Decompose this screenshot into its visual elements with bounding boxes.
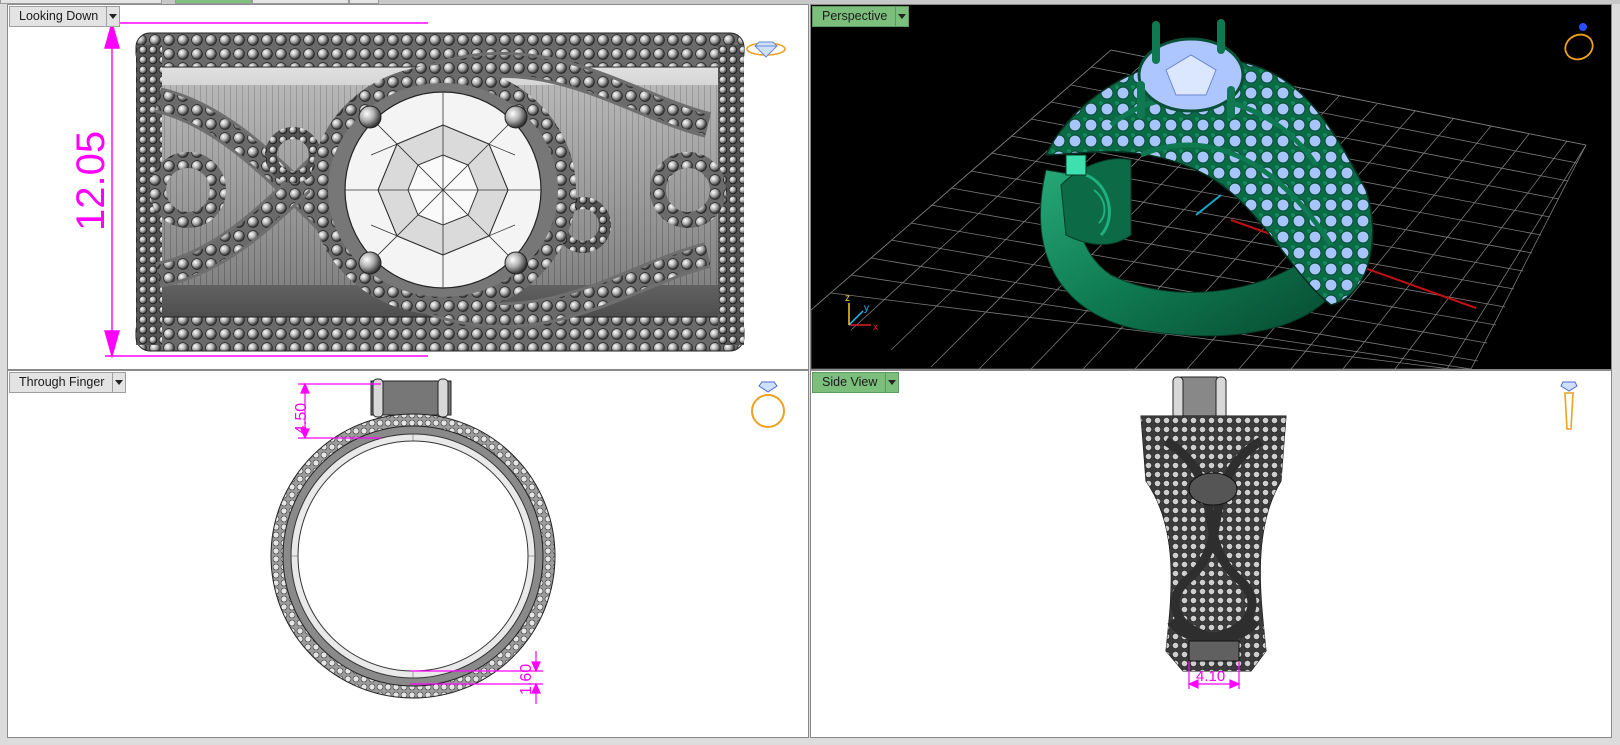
viewport-looking-down[interactable]: Looking Down 12.05 (7, 4, 809, 370)
dimension-label-shank-width: 4.10 (1196, 668, 1225, 685)
viewport-side-view[interactable]: Side View 4.10 (810, 370, 1612, 738)
axis-x-label: x (873, 322, 878, 333)
dimension-label-height: 12.05 (69, 131, 113, 231)
viewport-title-side-view[interactable]: Side View (812, 372, 900, 393)
dimension-label-setting-height: 4.50 (293, 403, 310, 434)
chevron-down-icon[interactable] (885, 373, 898, 392)
viewport-title-through-finger[interactable]: Through Finger (9, 372, 127, 393)
xyz-axis-icon: x y z (845, 293, 878, 333)
axis-y-label: y (864, 303, 869, 314)
viewport-title-text: Perspective (822, 9, 888, 23)
viewport-title-perspective[interactable]: Perspective (812, 6, 910, 27)
chevron-down-icon[interactable] (112, 373, 125, 392)
viewport-perspective[interactable]: Perspective x y z (810, 4, 1612, 370)
viewport-title-text: Side View (822, 375, 878, 389)
ring-perspective-nav-icon[interactable] (1557, 19, 1601, 63)
through-finger-render: 4.50 1.60 (270, 378, 556, 704)
axis-z-label: z (845, 293, 850, 304)
viewport-title-text: Through Finger (19, 375, 105, 389)
looking-down-render: 12.05 (69, 20, 745, 359)
ring-top-nav-icon[interactable] (744, 35, 788, 59)
viewport-title-text: Looking Down (19, 9, 99, 23)
chevron-down-icon[interactable] (106, 7, 119, 26)
viewport-title-looking-down[interactable]: Looking Down (9, 6, 121, 27)
ring-side-nav-icon[interactable] (1557, 379, 1581, 435)
chevron-down-icon[interactable] (895, 7, 908, 26)
dimension-label-band-thickness: 1.60 (518, 664, 535, 695)
side-view-render: 4.10 (1140, 376, 1287, 689)
perspective-render: x y z (811, 19, 1587, 369)
viewport-through-finger[interactable]: Through Finger 4.50 1.60 (7, 370, 809, 738)
ring-front-nav-icon[interactable] (748, 379, 788, 431)
